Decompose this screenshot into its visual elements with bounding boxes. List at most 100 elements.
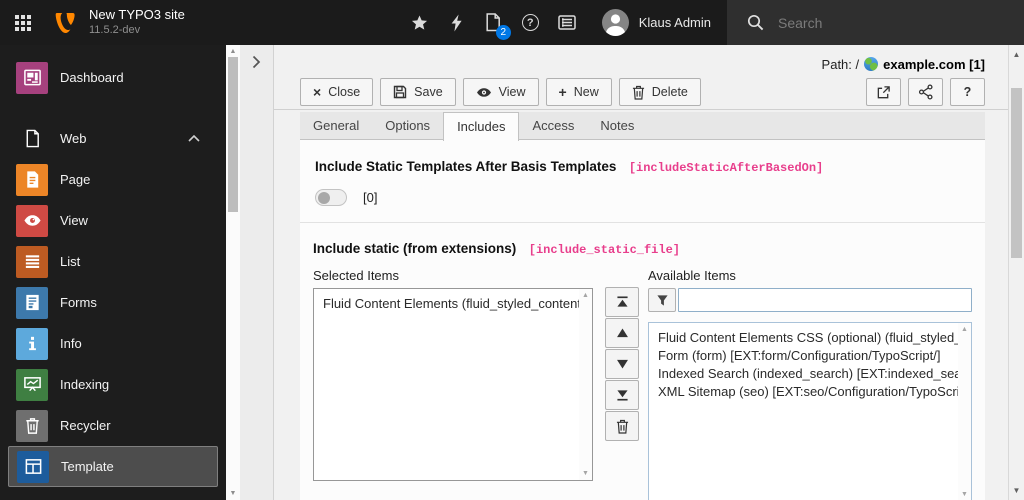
- scrollbar-thumb[interactable]: [1011, 88, 1022, 258]
- selected-items-heading: Selected Items: [313, 268, 399, 283]
- move-to-bottom-button[interactable]: [605, 380, 639, 410]
- globe-icon: [864, 57, 879, 71]
- toggle-value: [0]: [363, 190, 378, 205]
- scroll-up-icon[interactable]: ▲: [1009, 50, 1024, 59]
- system-information-icon: [558, 15, 576, 30]
- filter-button[interactable]: [648, 288, 676, 312]
- forms-icon: [16, 286, 48, 319]
- bookmarks-button[interactable]: [401, 0, 438, 45]
- sidebar-item-list[interactable]: List: [0, 241, 226, 282]
- tab-access[interactable]: Access: [519, 112, 587, 139]
- template-icon: [17, 450, 49, 483]
- list-item[interactable]: Fluid Content Elements (fluid_styled_con…: [314, 295, 579, 313]
- toggle-switch[interactable]: [315, 189, 347, 206]
- scroll-down-icon[interactable]: ▼: [1009, 486, 1024, 495]
- clear-cache-button[interactable]: [438, 0, 475, 45]
- open-documents-button[interactable]: 2: [475, 0, 512, 45]
- close-button[interactable]: × Close: [300, 78, 374, 106]
- move-to-top-button[interactable]: [605, 287, 639, 317]
- tab-options[interactable]: Options: [372, 112, 443, 139]
- sidebar-item-recycler[interactable]: Recycler: [0, 405, 226, 446]
- sidebar-item-forms[interactable]: Forms: [0, 282, 226, 323]
- avatar: [601, 9, 629, 36]
- field-code: [include_static_file]: [528, 243, 680, 257]
- sidebar-item-web[interactable]: Web: [0, 118, 226, 159]
- tab-notes[interactable]: Notes: [587, 112, 647, 139]
- modules-grid-icon: [14, 14, 19, 19]
- sidebar-item-label: Page: [60, 172, 91, 187]
- sidebar-item-info[interactable]: Info: [0, 323, 226, 364]
- system-information-button[interactable]: [549, 0, 586, 45]
- sidebar-item-label: Indexing: [60, 377, 110, 392]
- tab-general[interactable]: General: [300, 112, 372, 139]
- chevron-right-icon[interactable]: [252, 55, 261, 69]
- tab-bar: General Options Includes Access Notes: [300, 112, 985, 141]
- scroll-down-icon[interactable]: ▼: [582, 470, 589, 477]
- move-down-button[interactable]: [605, 349, 639, 379]
- help-icon: ?: [521, 14, 539, 31]
- bookmark-star-icon: [411, 14, 427, 30]
- plus-icon: +: [558, 84, 567, 100]
- user-menu-button[interactable]: Klaus Admin: [586, 0, 727, 45]
- info-icon: [16, 327, 48, 360]
- search-input[interactable]: [776, 13, 966, 32]
- save-icon: [393, 85, 407, 99]
- sidebar-item-dashboard[interactable]: Dashboard: [0, 57, 226, 98]
- list-item[interactable]: XML Sitemap (seo) [EXT:seo/Configuration…: [649, 383, 958, 401]
- close-icon: ×: [313, 84, 322, 100]
- toggle-knob: [318, 191, 330, 204]
- move-down-icon: [616, 359, 628, 369]
- tab-content: Include Static Templates After Basis Tem…: [300, 140, 985, 500]
- sidebar-item-template[interactable]: Template: [8, 446, 218, 487]
- scroll-up-icon[interactable]: ▲: [226, 48, 240, 55]
- save-button[interactable]: Save: [380, 78, 456, 106]
- selected-list-scrollbar[interactable]: ▲ ▼: [579, 289, 592, 480]
- recycler-trash-icon: [16, 409, 48, 442]
- modules-toggle-button[interactable]: [0, 0, 45, 45]
- field-code: [includeStaticAfterBasedOn]: [628, 161, 824, 175]
- module-menu-scrollbar[interactable]: ▲ ▼: [226, 45, 240, 500]
- search-icon: [747, 14, 764, 31]
- sidebar-item-page[interactable]: Page: [0, 159, 226, 200]
- field-label: Include Static Templates After Basis Tem…: [315, 159, 617, 174]
- available-items-list[interactable]: Fluid Content Elements CSS (optional) (f…: [648, 322, 972, 500]
- sidebar-item-label: Recycler: [60, 418, 111, 433]
- typo3-version: 11.5.2-dev: [89, 24, 141, 37]
- new-button[interactable]: + New: [545, 78, 612, 106]
- delete-button[interactable]: Delete: [618, 78, 701, 106]
- available-list-scrollbar[interactable]: ▲ ▼: [958, 323, 971, 500]
- sidebar-item-indexing[interactable]: Indexing: [0, 364, 226, 405]
- field-include-static-after: Include Static Templates After Basis Tem…: [300, 140, 985, 223]
- scroll-down-icon[interactable]: ▼: [226, 490, 240, 497]
- share-button[interactable]: [908, 78, 943, 106]
- tab-includes[interactable]: Includes: [443, 112, 520, 141]
- remove-item-button[interactable]: [605, 411, 639, 441]
- lightning-bolt-icon: [451, 14, 462, 31]
- scroll-up-icon[interactable]: ▲: [582, 292, 589, 299]
- page-scrollbar[interactable]: ▲ ▼: [1008, 45, 1024, 500]
- topbar-search: [727, 0, 1024, 45]
- main-layout: Dashboard Web Page View List Forms Info …: [0, 45, 1024, 500]
- site-title: New TYPO3 site: [89, 7, 185, 23]
- user-name: Klaus Admin: [638, 15, 711, 30]
- eye-icon: [476, 87, 491, 97]
- site-brand[interactable]: New TYPO3 site 11.5.2-dev: [45, 0, 197, 45]
- typo3-logo-icon: [55, 12, 75, 33]
- field-include-static-file: Include static (from extensions) [includ…: [300, 223, 985, 500]
- sidebar-item-view[interactable]: View: [0, 200, 226, 241]
- list-item[interactable]: Indexed Search (indexed_search) [EXT:ind…: [649, 365, 958, 383]
- view-button[interactable]: View: [462, 78, 539, 106]
- context-help-button[interactable]: ?: [950, 78, 985, 106]
- scrollbar-thumb[interactable]: [228, 57, 238, 212]
- scroll-down-icon[interactable]: ▼: [961, 491, 968, 498]
- available-filter-input[interactable]: [678, 288, 972, 312]
- help-button[interactable]: ?: [512, 0, 549, 45]
- selected-items-list[interactable]: Fluid Content Elements (fluid_styled_con…: [313, 288, 593, 481]
- scroll-up-icon[interactable]: ▲: [961, 326, 968, 333]
- trash-icon: [616, 419, 628, 434]
- move-up-button[interactable]: [605, 318, 639, 348]
- open-in-new-window-button[interactable]: [866, 78, 901, 106]
- list-item[interactable]: Form (form) [EXT:form/Configuration/Typo…: [649, 347, 958, 365]
- list-item[interactable]: Fluid Content Elements CSS (optional) (f…: [649, 329, 958, 347]
